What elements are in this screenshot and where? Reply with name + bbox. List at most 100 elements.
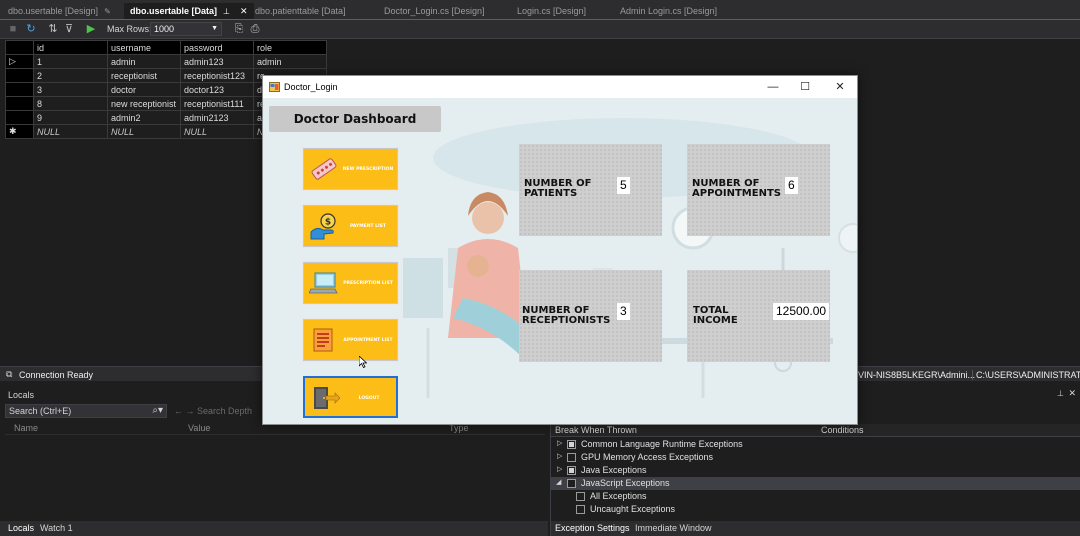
logout-button[interactable]: LOGOUT <box>303 376 398 418</box>
tab-usertable-data[interactable]: dbo.usertable [Data] ⊥ ✕ <box>124 3 254 19</box>
new-prescription-button[interactable]: NEW PRESCRIPTION <box>303 148 398 190</box>
stat-label: NUMBER OF APPOINTMENTS <box>692 178 781 199</box>
cell-role[interactable]: admin <box>253 54 327 69</box>
laptop-icon <box>309 272 338 294</box>
payment-icon: $ <box>310 213 336 240</box>
logout-label: LOGOUT <box>358 396 380 401</box>
dashboard-title: Doctor Dashboard <box>269 106 441 132</box>
minimize-icon[interactable]: — <box>763 80 783 94</box>
column-header[interactable]: username <box>107 40 181 55</box>
checkbox[interactable] <box>576 492 585 501</box>
filter-icon[interactable]: ⊽ <box>62 22 76 36</box>
cell-username[interactable]: receptionist <box>107 68 181 83</box>
window-title: Doctor_Login <box>284 82 338 92</box>
table-row[interactable]: ▷ 1 admin admin123 admin <box>5 54 327 69</box>
cell-username[interactable]: doctor <box>107 82 181 97</box>
column-header[interactable]: Name <box>14 423 38 433</box>
stat-label: NUMBER OF RECEPTIONISTS <box>522 305 611 326</box>
column-header[interactable]: Conditions <box>821 425 864 435</box>
close-icon[interactable]: ✕ <box>1068 388 1076 399</box>
stat-value: 3 <box>617 303 630 320</box>
max-rows-select[interactable]: 1000 ▼ <box>150 22 222 36</box>
cell-password[interactable]: admin123 <box>180 54 254 69</box>
cell-username[interactable]: admin2 <box>107 110 181 125</box>
expand-arrow-icon[interactable]: ▷ <box>557 452 562 460</box>
checkbox[interactable] <box>567 479 576 488</box>
panel-title: Locals <box>8 390 35 400</box>
tab-doctor-login-design[interactable]: Doctor_Login.cs [Design] <box>378 3 491 19</box>
locals-bottom-tabs: Locals Watch 1 <box>0 521 548 536</box>
payment-list-button[interactable]: $ PAYMENT LIST <box>303 205 398 247</box>
row-selector-arrow-icon[interactable]: ▷ <box>5 54 34 69</box>
row-selector[interactable] <box>5 68 34 83</box>
tab-watch-1[interactable]: Watch 1 <box>40 523 73 533</box>
window-titlebar[interactable]: Doctor_Login — ☐ ✕ <box>263 76 857 98</box>
column-header[interactable]: password <box>180 40 254 55</box>
script-file-icon[interactable]: ⎙ <box>248 22 262 36</box>
cell-password[interactable]: admin2123 <box>180 110 254 125</box>
pin-icon[interactable]: ⊥ <box>223 7 230 16</box>
cell-password[interactable]: NULL <box>180 124 254 139</box>
column-header[interactable]: id <box>33 40 108 55</box>
cell-id[interactable]: 3 <box>33 82 108 97</box>
exception-row[interactable]: ▷ Common Language Runtime Exceptions <box>551 438 1080 451</box>
form-app-icon <box>269 82 280 92</box>
pin-icon[interactable]: ⊥ <box>1057 389 1064 398</box>
logout-door-icon <box>314 387 340 409</box>
cell-username[interactable]: new receptionist <box>107 96 181 111</box>
row-selector[interactable] <box>5 110 34 125</box>
tab-exception-settings[interactable]: Exception Settings <box>555 523 630 533</box>
database-path: C:\USERS\ADMINISTRATOR... <box>972 370 1080 380</box>
close-tab-icon[interactable]: ✕ <box>240 6 248 16</box>
cell-id[interactable]: 9 <box>33 110 108 125</box>
new-row-icon[interactable]: ✱ <box>5 124 34 139</box>
cell-id[interactable]: 1 <box>33 54 108 69</box>
cell-password[interactable]: receptionist111 <box>180 96 254 111</box>
tab-locals[interactable]: Locals <box>8 523 34 533</box>
checkbox[interactable] <box>576 505 585 514</box>
chevron-down-icon: ▼ <box>211 25 218 32</box>
prescription-list-button[interactable]: PRESCRIPTION LIST <box>303 262 398 304</box>
search-icon[interactable]: ⌕▾ <box>152 405 163 416</box>
cell-username[interactable]: admin <box>107 54 181 69</box>
exception-row[interactable]: All Exceptions <box>551 490 1080 503</box>
column-header[interactable]: role <box>253 40 327 55</box>
exception-row[interactable]: ▷ GPU Memory Access Exceptions <box>551 451 1080 464</box>
appointment-list-button[interactable]: APPOINTMENT LIST <box>303 319 398 361</box>
checkbox[interactable] <box>567 466 576 475</box>
grid-corner[interactable] <box>5 40 34 55</box>
tab-patienttable-data[interactable]: dbo.patienttable [Data] <box>249 3 352 19</box>
expand-arrow-icon[interactable]: ▷ <box>557 465 562 473</box>
checkbox[interactable] <box>567 440 576 449</box>
script-icon[interactable]: ⎘ <box>232 22 246 36</box>
cell-id[interactable]: 2 <box>33 68 108 83</box>
maximize-icon[interactable]: ☐ <box>795 80 815 94</box>
close-icon[interactable]: ✕ <box>830 80 850 94</box>
search-input[interactable]: Search (Ctrl+E) ⌕▾ <box>5 404 167 418</box>
tab-usertable-design[interactable]: dbo.usertable [Design] ✎ <box>2 3 117 19</box>
exception-row[interactable]: ▷ Java Exceptions <box>551 464 1080 477</box>
refresh-icon[interactable]: ↻ <box>24 22 38 36</box>
cell-username[interactable]: NULL <box>107 124 181 139</box>
checkbox[interactable] <box>567 453 576 462</box>
filter-sort-icon[interactable]: ⇅ <box>46 22 60 36</box>
expand-arrow-icon[interactable]: ▷ <box>557 439 562 447</box>
exception-row[interactable]: Uncaught Exceptions <box>551 503 1080 516</box>
execute-icon[interactable]: ▶ <box>84 22 98 36</box>
cell-password[interactable]: receptionist123 <box>180 68 254 83</box>
row-selector[interactable] <box>5 96 34 111</box>
stop-icon[interactable]: ■ <box>6 22 20 36</box>
collapse-arrow-icon[interactable]: ◢ <box>556 478 561 486</box>
tab-immediate-window[interactable]: Immediate Window <box>635 523 712 533</box>
pin-icon[interactable]: ✎ <box>104 7 111 16</box>
row-selector[interactable] <box>5 82 34 97</box>
cell-id[interactable]: NULL <box>33 124 108 139</box>
tab-admin-login-design[interactable]: Admin Login.cs [Design] <box>614 3 723 19</box>
exception-row-selected[interactable]: ◢ JavaScript Exceptions <box>551 477 1080 490</box>
column-header[interactable]: Value <box>188 423 210 433</box>
exception-bottom-tabs: Exception Settings Immediate Window <box>551 521 1080 536</box>
tab-login-design[interactable]: Login.cs [Design] <box>511 3 592 19</box>
cell-id[interactable]: 8 <box>33 96 108 111</box>
cell-password[interactable]: doctor123 <box>180 82 254 97</box>
column-header[interactable]: Break When Thrown <box>555 425 637 435</box>
